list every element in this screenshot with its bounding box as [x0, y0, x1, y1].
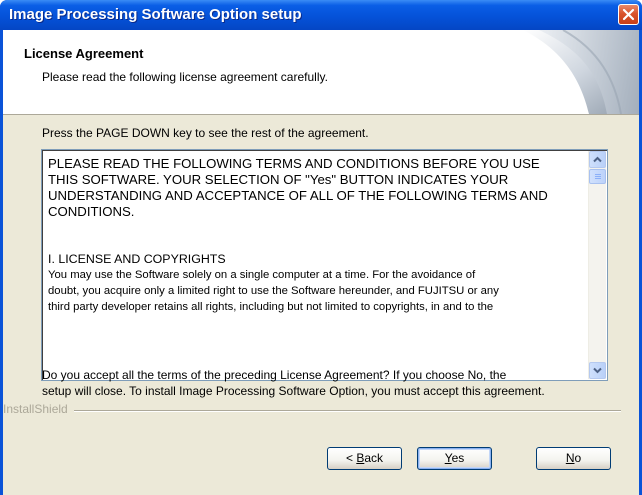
grip-line	[595, 174, 601, 175]
license-scrollbar[interactable]	[588, 151, 606, 379]
yes-button-rest: es	[451, 451, 465, 465]
back-button-prefix: <	[345, 451, 357, 465]
license-section-body: You may use the Software solely on a sin…	[48, 269, 499, 313]
back-button-rest: ack	[364, 451, 384, 465]
setup-window: Image Processing Software Option setup L…	[0, 0, 642, 495]
accept-question-text: Do you accept all the terms of the prece…	[42, 368, 545, 398]
title-bar[interactable]: Image Processing Software Option setup	[0, 0, 642, 30]
close-icon	[622, 8, 635, 21]
license-textbox[interactable]: PLEASE READ THE FOLLOWING TERMS AND COND…	[41, 149, 608, 381]
instruction-text: Press the PAGE DOWN key to see the rest …	[42, 126, 369, 140]
header-swoosh-graphic	[503, 30, 639, 114]
header-subtitle: Please read the following license agreem…	[42, 70, 328, 84]
no-button[interactable]: No	[536, 447, 611, 470]
license-section-title: I. LICENSE AND COPYRIGHTS	[48, 252, 226, 266]
no-button-rest: o	[574, 451, 582, 465]
grip-line	[595, 178, 601, 179]
yes-button-mnemonic: Y	[444, 451, 452, 465]
license-text: PLEASE READ THE FOLLOWING TERMS AND COND…	[48, 156, 588, 374]
header-panel: License Agreement Please read the follow…	[3, 30, 639, 115]
dialog-body: License Agreement Please read the follow…	[3, 30, 639, 495]
header-title: License Agreement	[24, 46, 144, 61]
chevron-up-icon	[593, 156, 602, 163]
installshield-label: InstallShield	[3, 402, 74, 416]
license-intro: PLEASE READ THE FOLLOWING TERMS AND COND…	[48, 156, 548, 219]
close-button[interactable]	[618, 4, 639, 25]
window-title: Image Processing Software Option setup	[9, 6, 302, 23]
grip-line	[595, 176, 601, 177]
footer-divider	[3, 410, 621, 412]
scroll-up-button[interactable]	[589, 151, 606, 168]
scroll-thumb[interactable]	[589, 169, 606, 184]
yes-button[interactable]: Yes	[417, 447, 492, 470]
back-button[interactable]: < Back	[327, 447, 402, 470]
